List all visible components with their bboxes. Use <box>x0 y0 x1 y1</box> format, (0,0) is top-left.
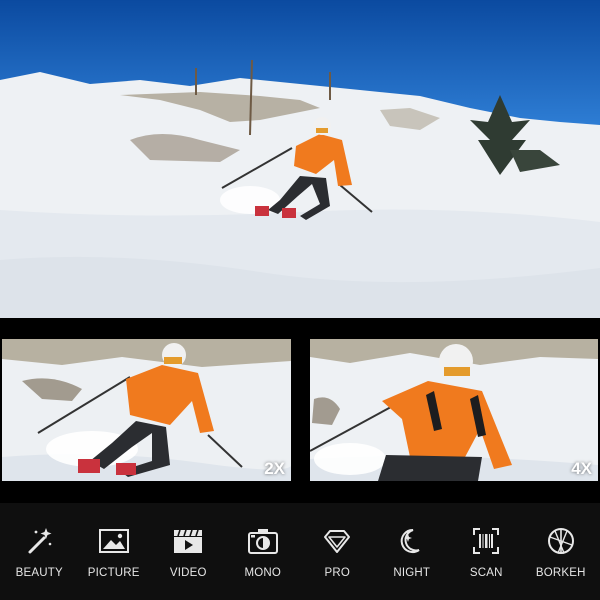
mode-label: SCAN <box>469 566 503 579</box>
mode-label: BORKEH <box>535 566 586 579</box>
skier-zoom-2x <box>2 339 291 481</box>
camera-mode-bar: BEAUTY PICTURE VIDEO MONO PRO NIGHT SCAN… <box>0 503 600 600</box>
camera-icon <box>247 525 279 557</box>
mode-label: PICTURE <box>87 566 140 579</box>
mode-beauty[interactable]: BEAUTY <box>3 525 75 579</box>
main-photo <box>0 0 600 318</box>
zoom-label-4x: 4X <box>571 459 592 478</box>
skier-zoom-4x <box>310 339 598 481</box>
mode-label: BEAUTY <box>15 566 63 579</box>
moon-star-icon <box>396 525 428 557</box>
mode-pro[interactable]: PRO <box>301 525 373 579</box>
mode-label: PRO <box>324 566 351 579</box>
zoom-preview-2x: 2X <box>2 339 291 481</box>
mode-label: NIGHT <box>393 566 431 579</box>
magic-wand-icon <box>23 525 55 557</box>
zoom-preview-4x: 4X <box>310 339 598 481</box>
mode-scan[interactable]: SCAN <box>450 525 522 579</box>
mode-mono[interactable]: MONO <box>227 525 299 579</box>
mode-label: VIDEO <box>169 566 207 579</box>
mode-night[interactable]: NIGHT <box>376 525 448 579</box>
barcode-scan-icon <box>470 525 502 557</box>
mode-video[interactable]: VIDEO <box>152 525 224 579</box>
aperture-icon <box>545 525 577 557</box>
mode-borkeh[interactable]: BORKEH <box>525 525 597 579</box>
video-clapper-icon <box>172 525 204 557</box>
zoom-label-2x: 2X <box>264 459 285 478</box>
mode-picture[interactable]: PICTURE <box>78 525 150 579</box>
image-icon <box>98 525 130 557</box>
mode-label: MONO <box>244 566 282 579</box>
skier-scene <box>0 0 600 318</box>
diamond-icon <box>321 525 353 557</box>
